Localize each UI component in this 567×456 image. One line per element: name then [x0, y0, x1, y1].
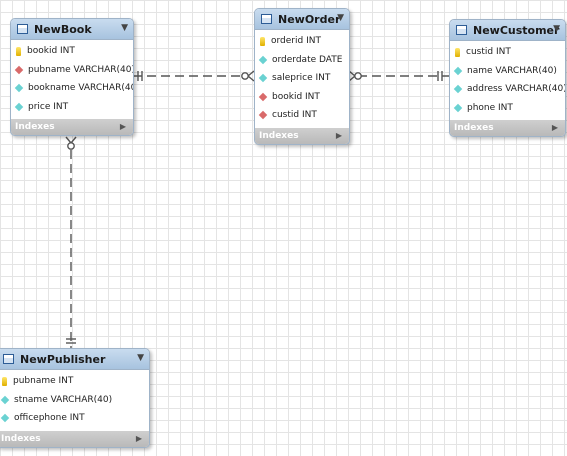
column-row[interactable]: pubname VARCHAR(40) [11, 61, 133, 80]
table-header[interactable]: NewOrder ▼ [255, 9, 349, 30]
column-row[interactable]: orderid INT [255, 32, 349, 51]
expand-arrow-icon[interactable]: ▶ [120, 122, 126, 131]
column-row[interactable]: address VARCHAR(40) [450, 80, 565, 99]
indexes-label: Indexes [454, 123, 494, 133]
indexes-label: Indexes [1, 433, 41, 444]
table-newbook[interactable]: NewBook ▼ bookid INT pubname VARCHAR(40)… [10, 18, 134, 136]
column-icon [0, 395, 10, 404]
primary-key-icon [260, 36, 265, 46]
column-label: custid INT [466, 47, 511, 58]
column-icon [258, 55, 268, 64]
column-row[interactable]: bookid INT [255, 88, 349, 107]
table-newpublisher[interactable]: NewPublisher ▼ pubname INT stname VARCHA… [0, 348, 150, 448]
column-row[interactable]: saleprice INT [255, 69, 349, 88]
table-header[interactable]: NewCustomer ▼ [450, 20, 565, 41]
relationship-newcustomer-neworder[interactable] [348, 70, 449, 82]
table-header[interactable]: NewBook ▼ [11, 19, 133, 40]
column-label: bookid INT [27, 46, 75, 57]
column-row[interactable]: name VARCHAR(40) [450, 62, 565, 81]
column-row[interactable]: orderdate DATE [255, 51, 349, 70]
column-row[interactable]: price INT [11, 98, 133, 117]
column-row[interactable]: phone INT [450, 99, 565, 118]
column-row[interactable]: stname VARCHAR(40) [0, 391, 149, 410]
relationship-newpublisher-newbook[interactable] [65, 136, 77, 348]
column-label: stname VARCHAR(40) [14, 394, 113, 405]
primary-key-icon [455, 47, 460, 57]
column-label: pubname INT [13, 376, 74, 387]
column-icon [14, 102, 24, 111]
table-icon [3, 354, 14, 364]
column-icon [453, 103, 463, 112]
indexes-section[interactable]: Indexes ▶ [11, 119, 133, 135]
table-icon [456, 25, 467, 35]
table-icon [261, 14, 272, 24]
column-label: custid INT [272, 110, 317, 121]
column-label: pubname VARCHAR(40) [28, 64, 134, 75]
indexes-section[interactable]: Indexes ▶ [0, 430, 149, 447]
column-icon [0, 414, 10, 423]
column-icon [453, 66, 463, 75]
column-label: orderdate DATE [272, 54, 343, 65]
table-name: NewCustomer [473, 23, 560, 37]
indexes-label: Indexes [15, 122, 55, 132]
indexes-section[interactable]: Indexes ▶ [450, 120, 565, 136]
column-label: name VARCHAR(40) [467, 65, 557, 76]
column-row[interactable]: pubname INT [0, 372, 149, 391]
collapse-arrow-icon[interactable]: ▼ [337, 13, 344, 23]
expand-arrow-icon[interactable]: ▶ [552, 123, 558, 132]
column-label: phone INT [467, 102, 513, 113]
table-neworder[interactable]: NewOrder ▼ orderid INT orderdate DATE sa… [254, 8, 350, 145]
primary-key-icon [16, 46, 21, 56]
er-diagram-canvas: NewBook ▼ bookid INT pubname VARCHAR(40)… [0, 0, 567, 456]
column-icon [258, 74, 268, 83]
primary-key-icon [2, 376, 7, 386]
column-label: bookname VARCHAR(40) [28, 83, 134, 94]
collapse-arrow-icon[interactable]: ▼ [121, 23, 128, 33]
foreign-key-icon [258, 111, 268, 120]
table-newcustomer[interactable]: NewCustomer ▼ custid INT name VARCHAR(40… [449, 19, 566, 137]
column-label: saleprice INT [272, 73, 331, 84]
column-row[interactable]: bookname VARCHAR(40) [11, 79, 133, 98]
column-row[interactable]: custid INT [450, 43, 565, 62]
column-label: price INT [28, 101, 69, 112]
collapse-arrow-icon[interactable]: ▼ [553, 24, 560, 34]
column-row[interactable]: custid INT [255, 106, 349, 125]
foreign-key-icon [258, 92, 268, 101]
table-name: NewOrder [278, 12, 341, 26]
column-label: address VARCHAR(40) [467, 84, 566, 95]
table-icon [17, 24, 28, 34]
indexes-label: Indexes [259, 130, 299, 141]
table-name: NewBook [34, 22, 92, 36]
foreign-key-icon [14, 65, 24, 74]
column-icon [453, 85, 463, 94]
column-icon [14, 84, 24, 93]
column-label: bookid INT [272, 91, 320, 102]
indexes-section[interactable]: Indexes ▶ [255, 127, 349, 144]
expand-arrow-icon[interactable]: ▶ [136, 434, 142, 443]
column-label: officephone INT [14, 413, 85, 424]
collapse-arrow-icon[interactable]: ▼ [137, 353, 144, 363]
table-header[interactable]: NewPublisher ▼ [0, 349, 149, 370]
relationship-newbook-neworder[interactable] [133, 70, 255, 82]
column-row[interactable]: bookid INT [11, 42, 133, 61]
expand-arrow-icon[interactable]: ▶ [336, 131, 342, 140]
column-row[interactable]: officephone INT [0, 409, 149, 428]
column-label: orderid INT [271, 36, 321, 47]
table-name: NewPublisher [20, 352, 106, 366]
